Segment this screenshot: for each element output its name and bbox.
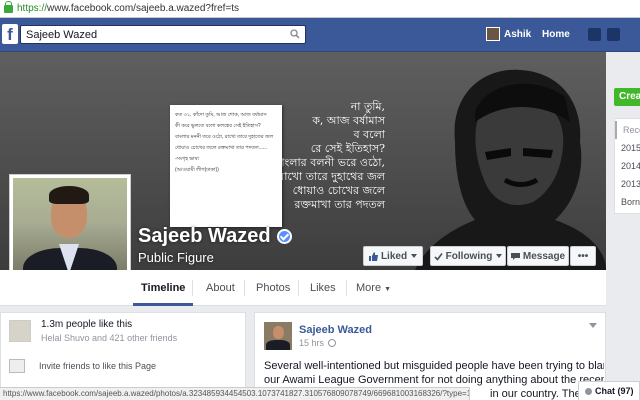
create-page-button[interactable]: Creat	[614, 88, 640, 106]
year-2013[interactable]: 2013	[615, 175, 640, 193]
following-button[interactable]: Following	[430, 246, 506, 266]
check-icon	[434, 252, 443, 261]
chevron-down-icon	[496, 254, 503, 258]
url-text[interactable]: https://www.facebook.com/sajeeb.a.wazed?…	[17, 3, 239, 14]
notification-icons	[588, 28, 620, 41]
friend-requests-icon[interactable]	[588, 28, 601, 41]
message-icon	[510, 252, 520, 260]
likes-count[interactable]: 1.3m people like this	[41, 319, 177, 330]
year-2014[interactable]: 2014	[615, 157, 640, 175]
top-navigation-bar: f Ashik Home	[0, 18, 640, 52]
status-bar-url: https://www.facebook.com/sajeeb.a.wazed/…	[0, 387, 470, 400]
year-recent[interactable]: Rece	[615, 121, 640, 139]
cover-note-card: কত ৩১, কাঁদো তুমি, আজ শোক, আজ বর্ষামাস ক…	[170, 105, 282, 227]
avatar	[486, 27, 500, 41]
search-box[interactable]	[20, 25, 306, 44]
message-button[interactable]: Message	[507, 246, 569, 266]
tab-likes[interactable]: Likes	[302, 270, 344, 306]
post-timestamp[interactable]: 15 hrs	[299, 338, 337, 348]
likes-summary: 1.3m people like this Helal Shuvo and 42…	[9, 319, 177, 343]
timeline-years-nav: Rece 2015 2014 2013 Born	[614, 118, 640, 214]
year-2015[interactable]: 2015	[615, 139, 640, 157]
search-input[interactable]	[26, 28, 286, 41]
invite-icon	[9, 359, 25, 373]
profile-link[interactable]: Ashik	[486, 27, 531, 41]
chevron-down-icon	[411, 254, 418, 258]
chat-tab[interactable]: Chat (97)	[578, 381, 640, 400]
globe-icon[interactable]	[607, 28, 620, 41]
post-author[interactable]: Sajeeb Wazed	[299, 324, 372, 336]
tab-timeline[interactable]: Timeline	[133, 270, 194, 306]
facebook-logo[interactable]: f	[2, 24, 18, 44]
avatar[interactable]	[264, 322, 292, 350]
home-link[interactable]: Home	[542, 29, 570, 40]
liked-button[interactable]: Liked	[363, 246, 423, 266]
invite-friends-link[interactable]: Invite friends to like this Page	[9, 359, 156, 373]
friends-like-text[interactable]: Helal Shuvo and 421 other friends	[41, 333, 177, 343]
verified-badge-icon	[276, 229, 292, 244]
portrait-silhouette	[415, 69, 606, 270]
caret-down-icon: ▼	[384, 286, 392, 293]
user-name: Ashik	[504, 28, 532, 40]
thumbs-up-icon	[368, 251, 378, 261]
page-thumbnail	[9, 320, 31, 342]
chat-status-icon	[585, 387, 592, 395]
search-icon[interactable]	[290, 29, 300, 39]
address-bar[interactable]: https://www.facebook.com/sajeeb.a.wazed?…	[0, 0, 640, 18]
tab-photos[interactable]: Photos	[248, 270, 298, 306]
chevron-down-icon[interactable]	[589, 323, 597, 328]
page-tabs: Timeline About Photos Likes More ▼	[0, 270, 606, 306]
page-category[interactable]: Public Figure	[138, 250, 214, 265]
globe-icon	[328, 339, 337, 347]
lock-icon	[4, 0, 13, 13]
year-born[interactable]: Born	[615, 193, 640, 211]
more-options-button[interactable]: •••	[570, 246, 596, 266]
tab-more[interactable]: More ▼	[348, 270, 399, 306]
tab-about[interactable]: About	[198, 270, 243, 306]
page-title[interactable]: Sajeeb Wazed	[138, 225, 292, 248]
